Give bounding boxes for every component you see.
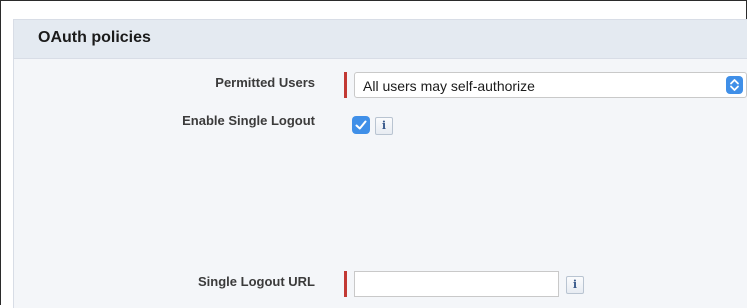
chevron-up-down-icon[interactable] — [726, 76, 743, 94]
enable-single-logout-label: Enable Single Logout — [182, 113, 315, 128]
enable-single-logout-checkbox[interactable] — [352, 116, 370, 134]
permitted-users-select[interactable]: All users may self-authorize — [354, 72, 747, 98]
permitted-users-label: Permitted Users — [215, 75, 315, 90]
section-header: OAuth policies — [14, 20, 747, 59]
window-frame: OAuth policies Permitted Users All users… — [0, 0, 747, 308]
info-icon[interactable]: i — [566, 276, 584, 294]
single-logout-url-label: Single Logout URL — [198, 274, 315, 289]
permitted-users-selected-value: All users may self-authorize — [363, 78, 535, 94]
oauth-policies-section: OAuth policies Permitted Users All users… — [13, 19, 747, 308]
info-icon[interactable]: i — [375, 117, 393, 135]
required-marker — [344, 72, 347, 98]
required-marker — [344, 271, 347, 297]
section-title: OAuth policies — [38, 29, 151, 46]
single-logout-url-input[interactable] — [354, 271, 559, 297]
checkmark-icon — [355, 120, 367, 130]
